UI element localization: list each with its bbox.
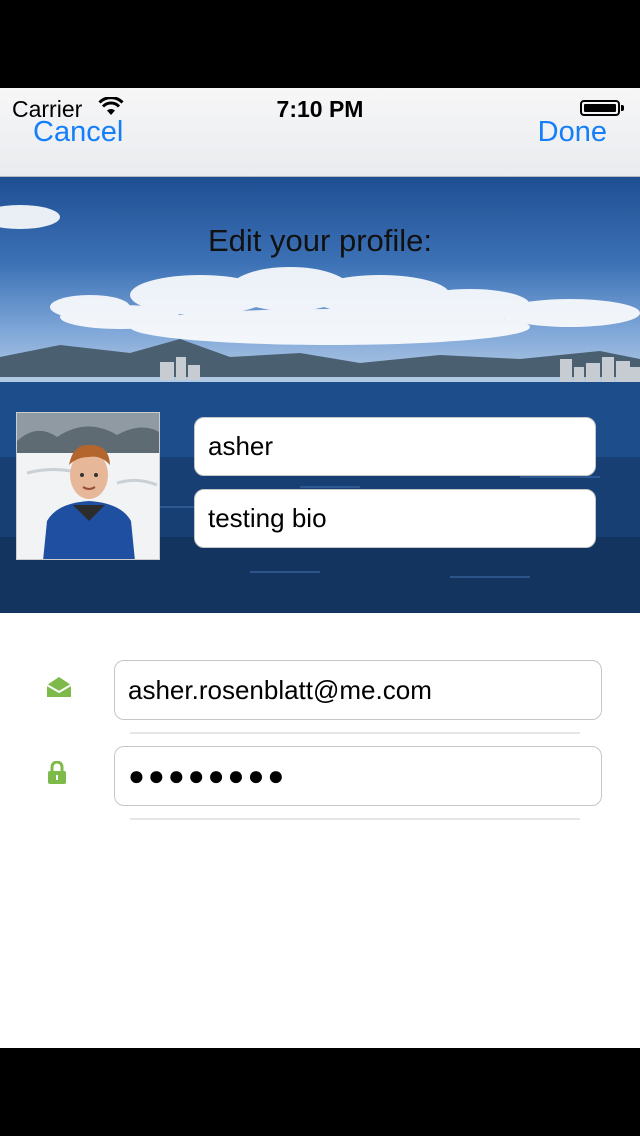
password-field[interactable]: ●●●●●●●● — [114, 746, 602, 806]
avatar[interactable] — [16, 412, 160, 560]
app-screen: Carrier 7:10 PM Cancel Done Edit your pr… — [0, 88, 640, 1048]
battery-icon — [580, 100, 624, 116]
profile-header-background: Edit your profile: asher testing bio — [0, 177, 640, 613]
cancel-button[interactable]: Cancel — [33, 116, 123, 149]
name-field[interactable]: asher — [194, 417, 596, 476]
divider — [130, 732, 580, 734]
done-button[interactable]: Done — [538, 116, 607, 149]
divider — [130, 818, 580, 820]
page-title: Edit your profile: — [208, 223, 432, 258]
navigation-bar: Carrier 7:10 PM Cancel Done — [0, 88, 640, 177]
email-field[interactable]: asher.rosenblatt@me.com — [114, 660, 602, 720]
bio-field[interactable]: testing bio — [194, 489, 596, 548]
lock-icon — [48, 761, 66, 784]
envelope-open-icon — [46, 677, 72, 697]
